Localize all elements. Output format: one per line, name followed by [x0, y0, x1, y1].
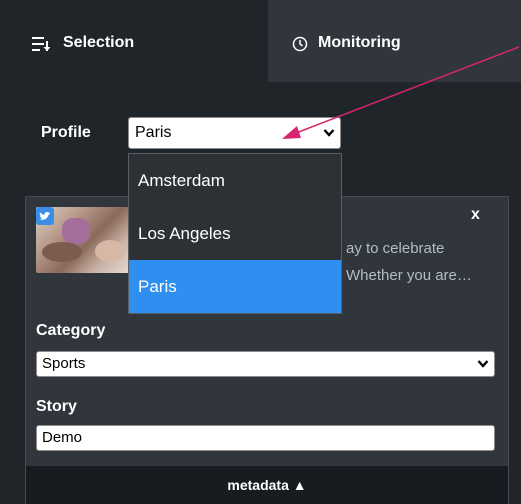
- annotation-arrow: [282, 46, 520, 139]
